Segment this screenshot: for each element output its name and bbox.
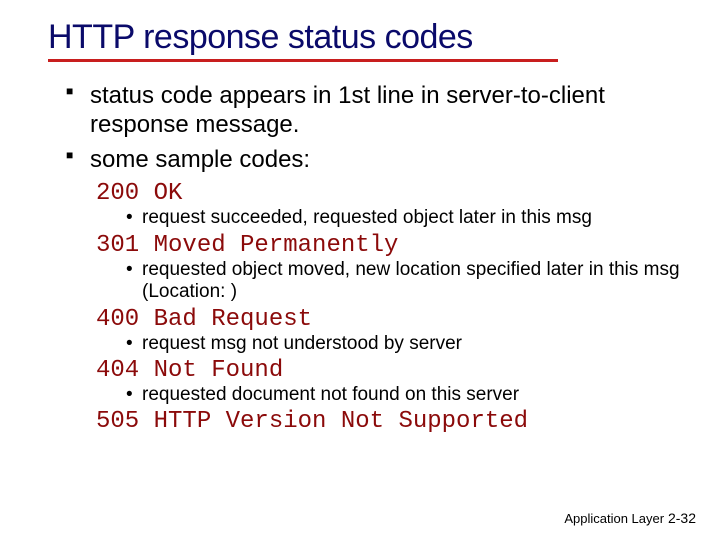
bullet-item: some sample codes: <box>66 146 690 175</box>
code-desc: requested object moved, new location spe… <box>126 259 690 304</box>
slide-title: HTTP response status codes <box>48 18 690 57</box>
code-desc: request msg not understood by server <box>126 333 690 355</box>
status-code: 200 OK <box>96 180 690 207</box>
slide-footer: Application Layer 2-32 <box>564 510 696 526</box>
code-desc: requested document not found on this ser… <box>126 384 690 406</box>
footer-page: 2-32 <box>668 510 696 526</box>
code-desc-list: request succeeded, requested object late… <box>96 207 690 229</box>
code-desc: request succeeded, requested object late… <box>126 207 690 229</box>
title-underline <box>48 59 558 62</box>
code-desc-list: requested object moved, new location spe… <box>96 259 690 304</box>
code-desc-list: requested document not found on this ser… <box>96 384 690 406</box>
bullet-item: status code appears in 1st line in serve… <box>66 82 690 140</box>
code-desc-list: request msg not understood by server <box>96 333 690 355</box>
status-code: 505 HTTP Version Not Supported <box>96 408 690 435</box>
top-bullet-list: status code appears in 1st line in serve… <box>48 82 690 174</box>
footer-section: Application Layer <box>564 511 664 526</box>
status-codes-block: 200 OK request succeeded, requested obje… <box>48 180 690 435</box>
slide: HTTP response status codes status code a… <box>0 0 720 540</box>
status-code: 400 Bad Request <box>96 306 690 333</box>
status-code: 404 Not Found <box>96 357 690 384</box>
status-code: 301 Moved Permanently <box>96 232 690 259</box>
